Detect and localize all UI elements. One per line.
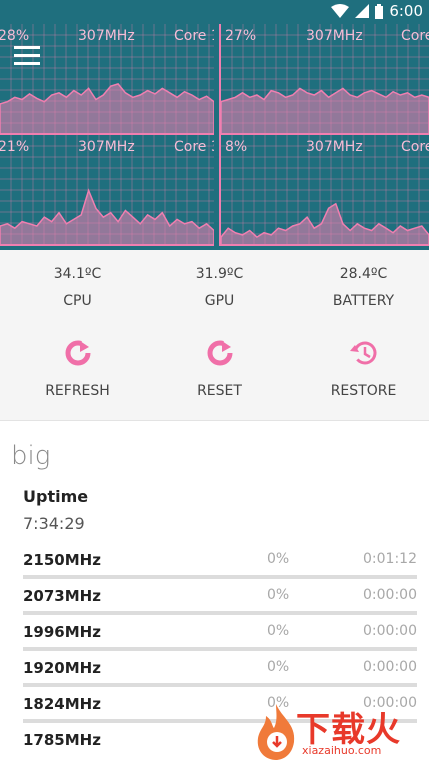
core-load-trace (0, 188, 214, 246)
cpu-label: CPU (63, 293, 92, 309)
battery-temp: 28.4ºC (339, 266, 388, 282)
core-usage: 27% (225, 28, 257, 44)
frequency-value: 1785MHz (23, 731, 101, 749)
core-name: Core (401, 139, 429, 155)
core-graph-3: 21% 307MHz Core 3 (0, 135, 214, 246)
signal-icon (355, 4, 370, 18)
frequency-row: 1996MHz 0% 0:00:00 (23, 623, 417, 659)
core-frequency: 307MHz (306, 139, 363, 155)
battery-label: BATTERY (332, 293, 395, 309)
uptime-label: Uptime (23, 487, 89, 506)
restore-button[interactable] (292, 338, 429, 372)
core-graph-1: 28% 307MHz Core 1 (0, 24, 214, 135)
frequency-row: 1920MHz 0% 0:00:00 (23, 659, 417, 695)
cpu-temp: 34.1ºC (53, 266, 102, 282)
frequency-value: 1920MHz (23, 659, 101, 677)
core-load-trace (0, 83, 214, 135)
frequency-percent: 0% (267, 551, 290, 567)
frequency-percent: 0% (267, 623, 290, 639)
core-load-trace (221, 202, 429, 246)
core-frequency: 307MHz (78, 28, 135, 44)
frequency-value: 2073MHz (23, 587, 101, 605)
core-usage: 21% (0, 139, 30, 155)
gpu-temp: 31.9ºC (195, 266, 244, 282)
menu-icon-line (14, 54, 40, 57)
core-frequency: 307MHz (78, 139, 135, 155)
status-icons: 6:00 (331, 2, 423, 20)
core-load-trace (221, 87, 429, 135)
core-graph-2: 27% 307MHz Core (221, 24, 429, 135)
menu-icon-line (14, 46, 40, 49)
flame-logo-icon (257, 704, 295, 760)
watermark-url: xiazaihuo.com (302, 744, 382, 757)
core-name: Core (401, 28, 429, 44)
frequency-value: 1996MHz (23, 623, 101, 641)
core-name: Core 1 (174, 28, 214, 44)
reset-icon (207, 340, 232, 366)
core-frequency: 307MHz (306, 28, 363, 44)
graph-divider (219, 24, 221, 246)
frequency-bar (23, 683, 417, 687)
menu-button[interactable] (14, 46, 40, 66)
refresh-label: REFRESH (45, 383, 110, 399)
restore-label: RESTORE (330, 383, 397, 399)
menu-icon-line (14, 62, 40, 65)
core-graphs: 28% 307MHz Core 1 27% 307MHz Core 21% 30… (0, 24, 429, 250)
frequency-row: 2073MHz 0% 0:00:00 (23, 587, 417, 623)
core-usage: 28% (0, 28, 30, 44)
reset-label: RESET (197, 383, 242, 399)
temperature-card: 34.1ºC 31.9ºC 28.4ºC CPU GPU BATTERY REF… (0, 250, 429, 421)
frequency-row: 2150MHz 0% 0:01:12 (23, 551, 417, 587)
refresh-button[interactable] (6, 338, 149, 372)
frequency-percent: 0% (267, 659, 290, 675)
frequency-bar (23, 647, 417, 651)
core-usage: 8% (225, 139, 248, 155)
frequency-time: 0:00:00 (363, 659, 417, 675)
frequency-time: 0:01:12 (363, 551, 417, 567)
frequency-time: 0:00:00 (363, 623, 417, 639)
watermark: 下载火 xiazaihuo.com (248, 700, 429, 763)
core-name: Core 3 (174, 139, 214, 155)
status-clock: 6:00 (389, 2, 423, 20)
reset-button[interactable] (148, 338, 291, 372)
refresh-icon (65, 340, 90, 366)
battery-icon (375, 3, 384, 19)
status-bar: 6:00 (0, 0, 429, 24)
core-graph-4: 8% 307MHz Core (221, 135, 429, 246)
frequency-bar (23, 611, 417, 615)
frequency-bar (23, 575, 417, 579)
cluster-title: big (11, 441, 51, 471)
wifi-icon (331, 4, 350, 18)
frequency-percent: 0% (267, 587, 290, 603)
frequency-value: 1824MHz (23, 695, 101, 713)
frequency-value: 2150MHz (23, 551, 101, 569)
frequency-time: 0:00:00 (363, 587, 417, 603)
uptime-value: 7:34:29 (23, 514, 85, 533)
gpu-label: GPU (204, 293, 235, 309)
restore-icon (349, 341, 376, 365)
